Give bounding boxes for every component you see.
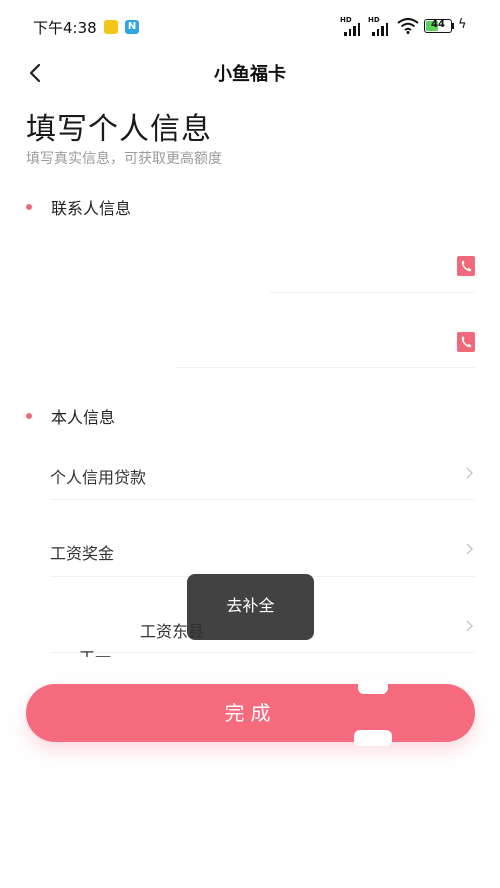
contact-section-header: 联系人信息: [26, 195, 131, 219]
list-item[interactable]: 工资奖金: [50, 526, 475, 576]
phone-book-icon[interactable]: [457, 332, 475, 352]
field-label: 工资奖金: [50, 544, 115, 563]
contact-section-label: 联系人信息: [51, 199, 132, 218]
divider: [175, 367, 475, 368]
field-label: 个人信用贷款: [50, 468, 147, 487]
list-item[interactable]: 个人信用贷款: [50, 450, 475, 500]
app-notification-icon: N: [125, 20, 139, 34]
wifi-icon: [397, 18, 419, 34]
self-section-header: 本人信息: [26, 404, 115, 428]
nav-title: 小鱼福卡: [214, 64, 286, 85]
chevron-right-icon: [466, 467, 474, 479]
charging-icon: ϟ: [458, 17, 467, 32]
chevron-right-icon: [466, 543, 474, 555]
divider: [50, 499, 475, 500]
section-dot: [26, 204, 32, 210]
divider: [50, 652, 475, 653]
submit-button[interactable]: 完成: [26, 684, 475, 742]
self-section-label: 本人信息: [51, 408, 116, 427]
battery-level: 44: [431, 19, 445, 30]
notification-icon: [104, 20, 118, 34]
overlay-artifact: [358, 680, 388, 694]
toast-message: 去补全: [187, 574, 314, 640]
signal-icon: HD: [368, 16, 392, 36]
battery-icon: 44: [424, 19, 452, 33]
section-dot: [26, 413, 32, 419]
page-title: 填写个人信息: [26, 112, 212, 147]
chevron-right-icon: [466, 620, 474, 632]
text-fragment: 工一: [79, 644, 111, 657]
phone-book-icon[interactable]: [457, 256, 475, 276]
status-time: 下午4:38: [33, 19, 97, 37]
signal-icon: HD: [340, 16, 364, 36]
page-subtitle: 填写真实信息，可获取更高额度: [26, 151, 222, 167]
status-bar: 下午4:38 N HD HD 44 ϟ: [0, 0, 500, 52]
divider: [270, 292, 475, 293]
overlay-artifact: [354, 730, 392, 746]
